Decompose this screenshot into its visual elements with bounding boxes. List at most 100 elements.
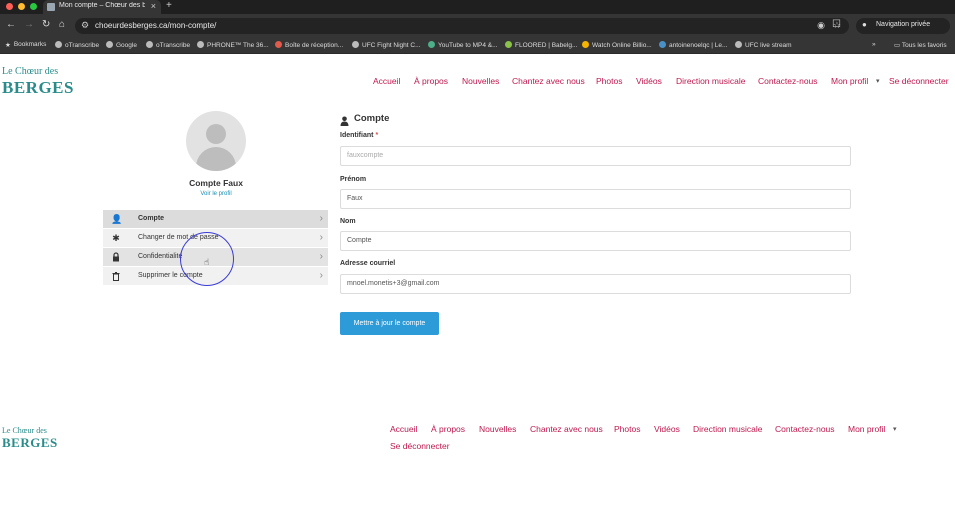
logo-text-top: Le Chœur des: [2, 426, 47, 435]
footer-nav-direction-musicale[interactable]: Direction musicale: [693, 424, 762, 434]
bookmark-item[interactable]: UFC live stream: [735, 41, 792, 49]
minimize-window-button[interactable]: [18, 3, 25, 10]
home-icon[interactable]: ⌂: [59, 19, 65, 30]
chevron-right-icon: ›: [319, 270, 323, 281]
bookmark-item[interactable]: UFC Fight Night C...: [352, 41, 421, 49]
tab-title: Mon compte – Chœur des be…: [59, 2, 145, 9]
footer-nav-a-propos[interactable]: À propos: [431, 424, 465, 434]
nav-a-propos[interactable]: À propos: [414, 76, 448, 86]
username-field[interactable]: fauxcompte: [340, 146, 851, 166]
bookmark-item[interactable]: ★ Bookmarks: [5, 41, 46, 49]
bookmarks-overflow-icon[interactable]: »: [872, 41, 876, 48]
menu-item-label: Compte: [138, 215, 165, 222]
nav-accueil[interactable]: Accueil: [373, 76, 400, 86]
maximize-window-button[interactable]: [30, 3, 37, 10]
close-tab-icon[interactable]: ×: [151, 1, 156, 11]
bookmark-item[interactable]: FLOORED | Babelg...: [505, 41, 577, 49]
logo-text-top: Le Chœur des: [2, 66, 59, 77]
profile-name: Compte Faux: [189, 178, 243, 188]
bookmarks-bar: ★ Bookmarks oTranscribe Google oTranscrib…: [0, 38, 955, 54]
label-prenom: Prénom: [340, 176, 367, 183]
bookmark-item[interactable]: Boîte de réception...: [275, 41, 343, 49]
footer-logo[interactable]: Le Chœur des BERGES: [2, 426, 57, 452]
menu-item-compte[interactable]: 👤 Compte ›: [103, 210, 328, 229]
browser-tab-bar: Mon compte – Chœur des be… × +: [0, 0, 955, 14]
update-account-button[interactable]: Mettre à jour le compte: [340, 312, 439, 335]
new-tab-icon[interactable]: +: [166, 0, 172, 11]
chevron-right-icon: ›: [319, 213, 323, 224]
footer-nav-nouvelles[interactable]: Nouvelles: [479, 424, 516, 434]
view-profile-link[interactable]: Voir le profil: [160, 191, 272, 197]
first-name-field[interactable]: Faux: [340, 189, 851, 209]
dropdown-caret-icon[interactable]: ▾: [876, 77, 880, 85]
bookmark-favicon-icon: [428, 41, 435, 48]
close-window-button[interactable]: [6, 3, 13, 10]
browser-toolbar: ← → ↻ ⌂ ⚙ choeurdesberges.ca/mon-compte/…: [0, 14, 955, 38]
incognito-eye-icon[interactable]: ◉: [817, 20, 825, 31]
bookmark-item[interactable]: oTranscribe: [55, 41, 99, 49]
bookmark-favicon-icon: [735, 41, 742, 48]
browser-tab[interactable]: Mon compte – Chœur des be… ×: [43, 0, 161, 14]
incognito-icon: ●: [862, 20, 867, 29]
label-adresse-courriel: Adresse courriel: [340, 260, 396, 267]
logo-text-bottom: BERGES: [2, 435, 58, 450]
nav-se-deconnecter[interactable]: Se déconnecter: [889, 76, 949, 86]
wordpress-icon: [659, 41, 666, 48]
all-bookmarks-folder[interactable]: ▭ Tous les favoris: [894, 41, 947, 49]
footer-nav-contactez-nous[interactable]: Contactez-nous: [775, 424, 835, 434]
menu-item-label: Confidentialité: [138, 253, 183, 260]
email-field[interactable]: mnoel.monetis+3@gmail.com: [340, 274, 851, 294]
form-title: Compte: [354, 113, 390, 124]
footer-nav-chantez-avec-nous[interactable]: Chantez avec nous: [530, 424, 603, 434]
bookmark-favicon-icon: [505, 41, 512, 48]
private-browsing-badge[interactable]: ● Navigation privée: [856, 18, 950, 34]
url-text[interactable]: choeurdesberges.ca/mon-compte/: [95, 21, 216, 30]
bookmark-favicon-icon: [55, 41, 62, 48]
asterisk-icon: ✱: [112, 233, 120, 243]
trash-icon: [111, 271, 121, 281]
bookmark-item[interactable]: oTranscribe: [146, 41, 190, 49]
nav-mon-profil[interactable]: Mon profil: [831, 76, 868, 86]
profile-icon[interactable]: ☐: [832, 19, 841, 30]
bookmark-item[interactable]: Watch Online Billio...: [582, 41, 652, 49]
nav-videos[interactable]: Vidéos: [636, 76, 662, 86]
bookmark-item[interactable]: YouTube to MP4 &...: [428, 41, 498, 49]
bookmark-favicon-icon: [352, 41, 359, 48]
label-identifiant: Identifiant *: [340, 132, 379, 139]
bookmark-item[interactable]: PHRONE™ The 36...: [197, 41, 269, 49]
address-bar[interactable]: ⚙ choeurdesberges.ca/mon-compte/ ◉ ☆: [75, 18, 849, 34]
last-name-field[interactable]: Compte: [340, 231, 851, 251]
dropdown-caret-icon[interactable]: ▾: [893, 425, 897, 433]
label-nom: Nom: [340, 218, 356, 225]
bookmark-favicon-icon: [146, 41, 153, 48]
user-icon: [340, 113, 349, 126]
forward-icon[interactable]: →: [24, 19, 34, 30]
bookmark-favicon-icon: [197, 41, 204, 48]
footer-nav-photos[interactable]: Photos: [614, 424, 640, 434]
hand-cursor-icon: ☝: [204, 257, 210, 267]
bookmark-item[interactable]: Google: [106, 41, 137, 49]
gmail-icon: [275, 41, 282, 48]
nav-photos[interactable]: Photos: [596, 76, 622, 86]
footer-nav-accueil[interactable]: Accueil: [390, 424, 417, 434]
logo-text-bottom: BERGES: [2, 78, 74, 97]
folder-icon: ▭: [894, 42, 902, 49]
nav-chantez-avec-nous[interactable]: Chantez avec nous: [512, 76, 585, 86]
site-favicon-icon: [47, 3, 55, 11]
footer-nav-mon-profil[interactable]: Mon profil: [848, 424, 885, 434]
bookmark-item[interactable]: antoinenoelqc | Le...: [659, 41, 727, 49]
nav-contactez-nous[interactable]: Contactez-nous: [758, 76, 818, 86]
site-logo[interactable]: Le Chœur des BERGES: [2, 66, 73, 100]
footer-nav-se-deconnecter[interactable]: Se déconnecter: [390, 441, 450, 451]
nav-direction-musicale[interactable]: Direction musicale: [676, 76, 745, 86]
bookmark-favicon-icon: [582, 41, 589, 48]
chevron-right-icon: ›: [319, 251, 323, 262]
star-icon: ★: [5, 42, 11, 49]
back-icon[interactable]: ←: [6, 19, 16, 30]
reload-icon[interactable]: ↻: [42, 19, 50, 30]
user-icon: 👤: [111, 214, 123, 224]
footer-nav-videos[interactable]: Vidéos: [654, 424, 680, 434]
nav-nouvelles[interactable]: Nouvelles: [462, 76, 499, 86]
site-info-icon[interactable]: ⚙: [81, 20, 89, 31]
google-icon: [106, 41, 113, 48]
